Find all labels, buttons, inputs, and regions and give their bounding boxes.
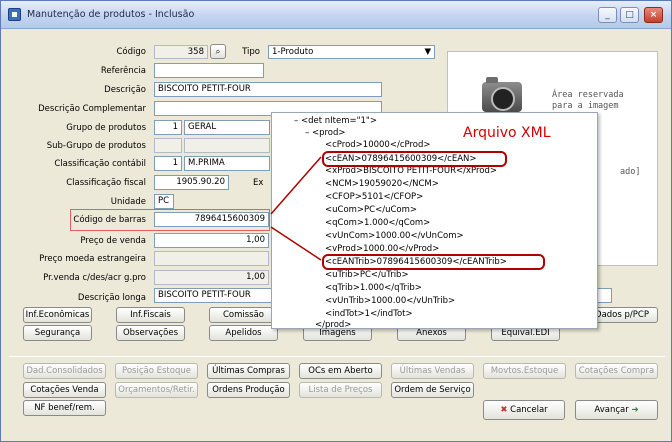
subgrupo-code-field[interactable] — [154, 138, 182, 153]
main-window: Manutenção de produtos - Inclusão _ □ × … — [0, 0, 672, 442]
next-button-label: Avançar — [594, 405, 629, 415]
preco-moeda-field[interactable] — [154, 251, 269, 266]
nf-benef-rem-button[interactable]: NF benef/rem. — [23, 400, 106, 416]
xml-line: <vUnCom>1000.00</vUnCom> — [325, 231, 464, 241]
grupo-name-field[interactable]: GERAL — [184, 120, 270, 135]
ordem-de-servico-button[interactable]: Ordem de Serviço — [391, 382, 474, 398]
ultimas-vendas-button[interactable]: Últimas Vendas — [391, 363, 474, 379]
tipo-label: Tipo — [242, 47, 260, 57]
tab-seguranca[interactable]: Segurança — [23, 325, 92, 341]
posicao-estoque-button[interactable]: Posição Estoque — [115, 363, 198, 379]
window-title: Manutenção de produtos - Inclusão — [27, 9, 195, 20]
search-icon: ⌕ — [215, 47, 221, 57]
next-button[interactable]: Avançar ➜ — [575, 400, 658, 420]
desc-longa-field-end[interactable] — [597, 288, 612, 303]
xml-line: <CFOP>5101</CFOP> — [325, 192, 424, 202]
ceantrib-highlight — [322, 254, 545, 270]
ultimas-compras-button[interactable]: Últimas Compras — [207, 363, 290, 379]
xml-line: <xProd>BISCOITO PETIT-FOUR</xProd> — [325, 166, 498, 176]
codigo-barras-field[interactable]: 7896415600309 — [154, 212, 269, 227]
movtos-estoque-button[interactable]: Movtos.Estoque — [483, 363, 566, 379]
preco-venda-field[interactable]: 1,00 — [154, 233, 269, 248]
lista-de-precos-button[interactable]: Lista de Preços — [299, 382, 382, 398]
tipo-select[interactable]: 1-Produto ▼ — [268, 45, 435, 59]
ocs-em-aberto-button[interactable]: OCs em Aberto — [299, 363, 382, 379]
codigo-barras-label: Código de barras — [73, 215, 146, 225]
chevron-down-icon: ▼ — [424, 47, 431, 57]
preco-venda-label: Preço de venda — [80, 236, 146, 246]
xml-line: <indTot>1</indTot> — [325, 309, 413, 319]
tab-observacoes[interactable]: Observações — [116, 325, 185, 341]
tab-inf-economicas[interactable]: Inf.Econômicas — [23, 307, 92, 323]
divider — [9, 356, 665, 357]
preco-moeda-label: Preço moeda estrangeira — [39, 254, 146, 264]
tab-inf-fiscais[interactable]: Inf.Fiscais — [116, 307, 185, 323]
codigo-label: Código — [116, 47, 147, 57]
referencia-label: Referência — [100, 66, 146, 76]
xml-line: <vProd>1000.00</vProd> — [325, 244, 440, 254]
xml-line: <uCom>PC</uCom> — [325, 205, 418, 215]
close-button[interactable]: × — [644, 7, 663, 23]
dad-consolidados-button[interactable]: Dad.Consolidados — [23, 363, 106, 379]
desc-longa-field[interactable]: BISCOITO PETIT-FOUR — [154, 288, 272, 303]
unidade-label: Unidade — [110, 197, 146, 207]
descricao-field[interactable]: BISCOITO PETIT-FOUR — [154, 82, 382, 97]
cotacoes-compra-button[interactable]: Cotações Compra — [575, 363, 658, 379]
grupo-code-field[interactable]: 1 — [154, 120, 182, 135]
cean-highlight — [322, 151, 507, 167]
class-cont-label: Classificação contábil — [54, 159, 146, 169]
class-fiscal-ex-label: Ex — [253, 178, 264, 188]
class-cont-code-field[interactable]: 1 — [154, 156, 182, 171]
subgrupo-name-field[interactable] — [184, 138, 270, 153]
cancel-button[interactable]: ✖ Cancelar — [483, 400, 565, 420]
xml-line: </prod> — [315, 320, 352, 330]
descricao-label: Descrição — [104, 85, 146, 95]
xml-line: <vUnTrib>1000.00</vUnTrib> — [325, 296, 456, 306]
ordens-producao-button[interactable]: Ordens Produção — [207, 382, 290, 398]
title-bar: Manutenção de produtos - Inclusão _ □ × — [1, 1, 671, 29]
codigo-field[interactable]: 358 — [154, 45, 208, 59]
grupo-label: Grupo de produtos — [66, 123, 146, 133]
pr-venda-label: Pr.venda c/des/acr g.pro — [43, 273, 146, 283]
image-area-line2: para a imagem — [552, 101, 619, 111]
xml-line: – <det nItem="1"> — [294, 116, 377, 126]
arrow-right-icon: ➜ — [631, 405, 639, 415]
xml-line: <NCM>19059020</NCM> — [325, 179, 439, 189]
tab-apelidos[interactable]: Apelidos — [209, 325, 278, 341]
image-area-suffix: ado] — [620, 167, 641, 177]
tab-comissao[interactable]: Comissão — [209, 307, 278, 323]
desc-compl-label: Descrição Complementar — [38, 104, 146, 114]
orcamentos-retir-button[interactable]: Orçamentos/Retir. — [115, 382, 198, 398]
tipo-select-value: 1-Produto — [272, 47, 314, 57]
xml-title: Arquivo XML — [463, 125, 551, 141]
xml-line: <cProd>10000</cProd> — [325, 140, 431, 150]
app-icon — [8, 8, 21, 21]
cancel-button-label: Cancelar — [510, 405, 548, 415]
xml-line: <uTrib>PC</uTrib> — [325, 270, 409, 280]
cotacoes-venda-button[interactable]: Cotações Venda — [23, 382, 106, 398]
image-area-line1: Área reservada — [552, 90, 624, 100]
minimize-button[interactable]: _ — [598, 7, 617, 23]
unidade-field[interactable]: PC — [154, 194, 174, 209]
maximize-button[interactable]: □ — [620, 7, 639, 23]
cancel-icon: ✖ — [500, 405, 508, 415]
subgrupo-label: Sub-Grupo de produtos — [46, 141, 146, 151]
image-area-text: Área reservada para a imagem — [552, 90, 624, 112]
pr-venda-field[interactable]: 1,00 — [154, 270, 269, 285]
xml-line: <qCom>1.000</qCom> — [325, 218, 431, 228]
class-cont-name-field[interactable]: M.PRIMA — [184, 156, 270, 171]
desc-longa-label: Descrição longa — [77, 293, 146, 303]
referencia-field[interactable] — [154, 63, 264, 78]
class-fiscal-label: Classificação fiscal — [66, 178, 146, 188]
class-fiscal-field[interactable]: 1905.90.20 — [154, 175, 229, 190]
xml-line: <qTrib>1.000</qTrib> — [325, 283, 422, 293]
codigo-lookup-button[interactable]: ⌕ — [210, 44, 226, 59]
xml-line: – <prod> — [305, 128, 346, 138]
xml-popup: Arquivo XML – <det nItem="1"> – <prod> <… — [271, 112, 598, 330]
camera-icon — [482, 77, 522, 112]
